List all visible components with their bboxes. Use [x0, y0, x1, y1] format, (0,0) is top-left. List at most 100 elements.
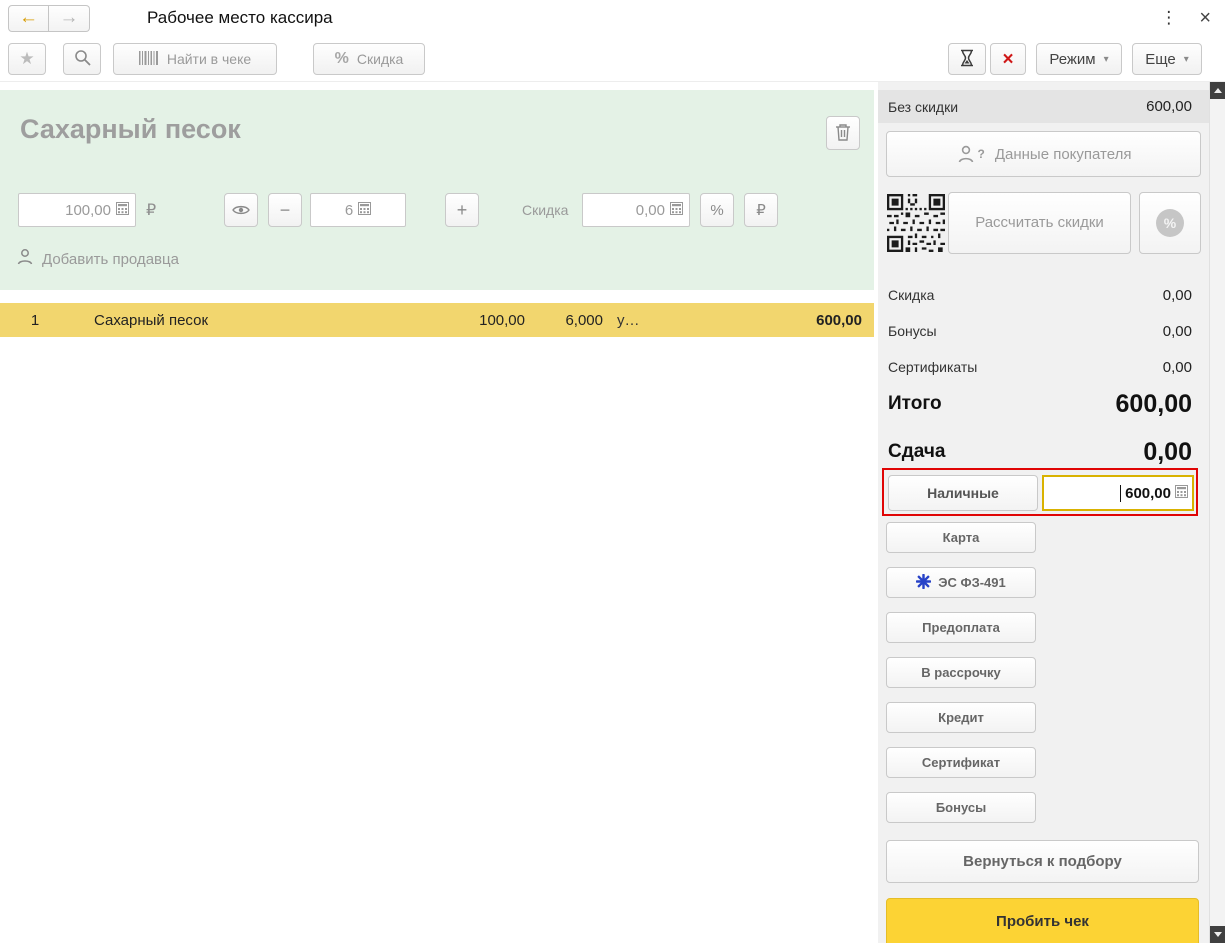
person-icon [16, 248, 34, 270]
discounts-percent-button[interactable]: % [1139, 192, 1201, 254]
scroll-down-button[interactable] [1210, 926, 1225, 943]
back-to-selection-button[interactable]: Вернуться к подбору [886, 840, 1199, 883]
bonuses-label: Бонусы [888, 323, 937, 339]
find-in-receipt-label: Найти в чеке [166, 51, 252, 67]
more-button[interactable]: Еще ▾ [1132, 43, 1202, 75]
row-discount-value: 0,00 [635, 201, 665, 219]
window-controls: ⋮ × [1160, 8, 1211, 28]
credit-button[interactable]: Кредит [886, 702, 1036, 733]
percent-icon: % [710, 201, 724, 219]
cash-amount-input[interactable]: 600,00 [1042, 475, 1194, 511]
bonuses-value: 0,00 [1162, 322, 1192, 340]
price-input[interactable]: 100,00 [18, 193, 136, 227]
total-value: 600,00 [1115, 389, 1192, 418]
barcode-icon [138, 50, 159, 68]
add-seller-label: Добавить продавца [42, 250, 179, 268]
triangle-up-icon [1214, 88, 1222, 93]
customer-data-button[interactable]: ? Данные покупателя [886, 131, 1201, 177]
toggle-price-visibility-button[interactable] [224, 193, 258, 227]
discount-button-label: Скидка [356, 51, 404, 67]
calculate-discounts-button[interactable]: Рассчитать скидки [948, 192, 1131, 254]
row-discount-label: Скидка [522, 202, 569, 218]
cancel-receipt-button[interactable]: × [990, 43, 1026, 75]
increase-quantity-button[interactable]: + [445, 193, 479, 227]
row-discount-input[interactable]: 0,00 [582, 193, 690, 227]
row-unit: у… [617, 311, 640, 329]
discount-percent-mode-button[interactable]: % [700, 193, 734, 227]
es-star-icon [915, 573, 932, 592]
add-seller-button[interactable]: Добавить продавца [16, 248, 179, 270]
cashier-window: ← → Рабочее место кассира ⋮ × ★ Найти в … [0, 0, 1225, 943]
total-label: Итого [888, 393, 942, 414]
bonuses-payment-button[interactable]: Бонусы [886, 792, 1036, 823]
es-fz491-payment-button[interactable]: ЭС ФЗ-491 [886, 567, 1036, 598]
delete-row-button[interactable] [826, 116, 860, 150]
nav-buttons: ← → [8, 4, 90, 32]
mode-button[interactable]: Режим ▾ [1036, 43, 1122, 75]
person-question-icon: ? [956, 144, 985, 164]
chevron-down-icon: ▾ [1183, 53, 1189, 65]
calculator-icon[interactable] [358, 201, 372, 219]
toolbar: ★ Найти в чеке % Скидка × Режим ▾ Еще ▾ [0, 36, 1225, 82]
price-value: 100,00 [65, 201, 111, 219]
no-discount-value: 600,00 [1146, 98, 1192, 115]
text-caret [1120, 484, 1122, 502]
certificates-value: 0,00 [1162, 358, 1192, 376]
change-label: Сдача [888, 441, 946, 462]
discount-label: Скидка [888, 287, 935, 303]
cash-button[interactable]: Наличные [888, 475, 1038, 511]
hourglass-icon [959, 49, 975, 70]
receipt-table-row[interactable]: 1 Сахарный песок 100,00 6,000 у… 600,00 [0, 303, 874, 337]
minus-icon: − [279, 199, 291, 220]
decrease-quantity-button[interactable]: − [268, 193, 302, 227]
discount-value: 0,00 [1162, 286, 1192, 304]
percent-circle-icon: % [1156, 209, 1184, 237]
quantity-value: 6 [344, 201, 354, 219]
prepayment-button[interactable]: Предоплата [886, 612, 1036, 643]
search-button[interactable] [63, 43, 101, 75]
triangle-down-icon [1214, 932, 1222, 937]
installment-button[interactable]: В рассрочку [886, 657, 1036, 688]
back-button[interactable]: ← [8, 4, 49, 32]
row-number: 1 [30, 311, 40, 329]
discount-summary-row: Скидка 0,00 [878, 278, 1209, 312]
postpone-receipt-button[interactable] [948, 43, 986, 75]
qr-code-icon [886, 192, 946, 254]
cash-amount-value: 600,00 [1125, 484, 1171, 502]
card-payment-button[interactable]: Карта [886, 522, 1036, 553]
change-value: 0,00 [1143, 437, 1192, 466]
find-in-receipt-button[interactable]: Найти в чеке [113, 43, 277, 75]
percent-icon: % [334, 50, 349, 67]
star-icon: ★ [19, 49, 35, 68]
calculator-icon[interactable] [1175, 484, 1188, 502]
no-discount-row: Без скидки 600,00 [878, 90, 1209, 123]
vertical-scrollbar[interactable] [1209, 82, 1225, 943]
row-product-name: Сахарный песок [94, 311, 209, 329]
back-arrow-icon: ← [19, 7, 38, 28]
row-price: 100,00 [479, 311, 525, 329]
discount-ruble-mode-button[interactable]: ₽ [744, 193, 778, 227]
no-discount-label: Без скидки [888, 98, 959, 115]
cash-payment-group: Наличные 600,00 [882, 468, 1198, 516]
calculate-discounts-label: Рассчитать скидки [975, 214, 1104, 232]
trash-icon [835, 123, 851, 144]
quantity-input[interactable]: 6 [310, 193, 406, 227]
more-label: Еще [1145, 50, 1176, 68]
certificates-label: Сертификаты [888, 359, 978, 375]
favorites-button[interactable]: ★ [8, 43, 46, 75]
certificate-payment-button[interactable]: Сертификат [886, 747, 1036, 778]
scroll-up-button[interactable] [1210, 82, 1225, 99]
forward-arrow-icon: → [59, 7, 79, 28]
kebab-menu-icon[interactable]: ⋮ [1160, 8, 1177, 28]
ruble-currency-label: ₽ [146, 202, 157, 219]
forward-button[interactable]: → [49, 4, 90, 32]
calculator-icon[interactable] [670, 201, 683, 219]
close-icon[interactable]: × [1199, 8, 1211, 28]
discount-button[interactable]: % Скидка [313, 43, 425, 75]
ruble-icon: ₽ [756, 202, 766, 219]
titlebar: ← → Рабочее место кассира ⋮ × [0, 0, 1225, 36]
print-receipt-button[interactable]: Пробить чек [886, 898, 1199, 943]
page-title: Рабочее место кассира [147, 8, 333, 27]
customer-data-label: Данные покупателя [994, 145, 1132, 163]
calculator-icon[interactable] [116, 201, 129, 219]
